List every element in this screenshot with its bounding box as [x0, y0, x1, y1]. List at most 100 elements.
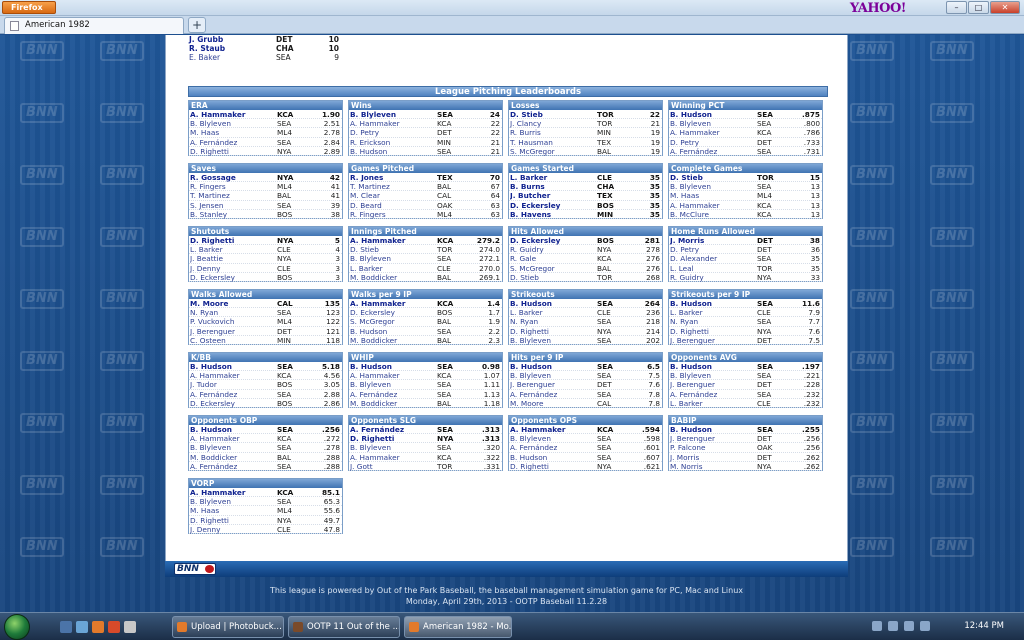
player-name[interactable]: B. Blyleven [670, 371, 756, 380]
player-name[interactable]: R. Staub [189, 44, 225, 53]
player-name[interactable]: R. Fingers [350, 210, 436, 219]
player-name[interactable]: B. Blyleven [350, 254, 436, 263]
player-name[interactable]: B. Blyleven [510, 434, 596, 443]
more-icon[interactable] [124, 621, 136, 633]
player-name[interactable]: M. Haas [190, 128, 276, 137]
player-name[interactable]: D. Righetti [190, 147, 276, 156]
firefox-menu-button[interactable]: Firefox [2, 1, 56, 14]
player-name[interactable]: B. Blyleven [670, 182, 756, 191]
player-name[interactable]: R. Fingers [190, 182, 276, 191]
player-name[interactable]: S. Jensen [190, 201, 276, 210]
player-name[interactable]: M. Norris [670, 462, 756, 471]
player-name[interactable]: S. McGregor [510, 147, 596, 156]
player-name[interactable]: A. Hammaker [190, 371, 276, 380]
player-name[interactable]: A. Hammaker [350, 236, 436, 245]
player-name[interactable]: J. Grubb [189, 35, 223, 44]
player-name[interactable]: J. Denny [190, 264, 276, 273]
player-name[interactable]: B. Stanley [190, 210, 276, 219]
player-name[interactable]: N. Ryan [670, 317, 756, 326]
player-name[interactable]: L. Barker [670, 308, 756, 317]
player-name[interactable]: J. Berenguer [670, 336, 756, 345]
player-name[interactable]: B. Hudson [190, 362, 276, 371]
task-american-1982[interactable]: American 1982 - Mo... [404, 616, 512, 638]
player-name[interactable]: A. Fernández [670, 390, 756, 399]
player-name[interactable]: R. Guidry [510, 245, 596, 254]
player-name[interactable]: R. Gossage [190, 173, 276, 182]
firefox-icon[interactable] [92, 621, 104, 633]
player-name[interactable]: A. Hammaker [350, 299, 436, 308]
player-name[interactable]: J. Butcher [510, 191, 596, 200]
player-name[interactable]: B. Hudson [510, 362, 596, 371]
start-button[interactable] [4, 614, 30, 640]
player-name[interactable]: J. Morris [670, 236, 756, 245]
player-name[interactable]: J. Berenguer [670, 380, 756, 389]
player-name[interactable]: A. Fernández [190, 138, 276, 147]
player-name[interactable]: N. Ryan [510, 317, 596, 326]
close-window-button[interactable]: ✕ [990, 1, 1020, 14]
player-name[interactable]: R. Gale [510, 254, 596, 263]
minimize-button[interactable]: – [946, 1, 967, 14]
player-name[interactable]: R. Erickson [350, 138, 436, 147]
player-name[interactable]: B. Hudson [510, 453, 596, 462]
tab-american-1982[interactable]: American 1982 [4, 17, 184, 34]
player-name[interactable]: J. Berenguer [670, 434, 756, 443]
player-name[interactable]: T. Martinez [190, 191, 276, 200]
player-name[interactable]: B. Blyleven [190, 443, 276, 452]
show-desktop-icon[interactable] [60, 621, 72, 633]
player-name[interactable]: D. Beard [350, 201, 436, 210]
player-name[interactable]: D. Petry [670, 245, 756, 254]
player-name[interactable]: J. Denny [190, 525, 276, 534]
player-name[interactable]: M. Haas [190, 506, 276, 515]
player-name[interactable]: L. Barker [510, 173, 596, 182]
player-name[interactable]: T. Martinez [350, 182, 436, 191]
player-name[interactable]: B. Blyleven [190, 119, 276, 128]
player-name[interactable]: M. Boddicker [350, 273, 436, 282]
player-name[interactable]: J. Beattie [190, 254, 276, 263]
player-name[interactable]: L. Barker [510, 308, 596, 317]
player-name[interactable]: A. Hammaker [350, 453, 436, 462]
new-tab-button[interactable]: + [188, 17, 206, 33]
media-player-icon[interactable] [108, 621, 120, 633]
player-name[interactable]: B. Blyleven [190, 497, 276, 506]
player-name[interactable]: D. Stieb [510, 273, 596, 282]
player-name[interactable]: B. Hudson [670, 425, 756, 434]
task-photobucket[interactable]: Upload | Photobuck... [172, 616, 284, 638]
maximize-button[interactable]: □ [968, 1, 989, 14]
player-name[interactable]: R. Jones [350, 173, 436, 182]
player-name[interactable]: A. Hammaker [350, 371, 436, 380]
player-name[interactable]: B. Hudson [670, 299, 756, 308]
player-name[interactable]: B. Hudson [670, 362, 756, 371]
player-name[interactable]: A. Hammaker [350, 119, 436, 128]
player-name[interactable]: D. Righetti [190, 236, 276, 245]
player-name[interactable]: L. Barker [350, 264, 436, 273]
player-name[interactable]: M. Boddicker [350, 399, 436, 408]
player-name[interactable]: A. Fernández [350, 425, 436, 434]
player-name[interactable]: D. Righetti [510, 327, 596, 336]
player-name[interactable]: M. Boddicker [190, 453, 276, 462]
player-name[interactable]: B. Blyleven [510, 336, 596, 345]
player-name[interactable]: A. Fernández [510, 443, 596, 452]
player-name[interactable]: A. Hammaker [510, 425, 596, 434]
player-name[interactable]: C. Osteen [190, 336, 276, 345]
player-name[interactable]: B. Hudson [510, 299, 596, 308]
task-ootp[interactable]: OOTP 11 Out of the ... [288, 616, 400, 638]
player-name[interactable]: B. Hudson [350, 362, 436, 371]
player-name[interactable]: J. Tudor [190, 380, 276, 389]
sync-icon[interactable] [920, 621, 930, 631]
player-name[interactable]: D. Stieb [510, 110, 596, 119]
player-name[interactable]: D. Righetti [190, 516, 276, 525]
player-name[interactable]: A. Fernández [190, 390, 276, 399]
player-name[interactable]: B. Hudson [350, 147, 436, 156]
player-name[interactable]: S. McGregor [510, 264, 596, 273]
player-name[interactable]: M. Moore [190, 299, 276, 308]
player-name[interactable]: L. Leal [670, 264, 756, 273]
player-name[interactable]: D. Righetti [670, 327, 756, 336]
player-name[interactable]: B. Hudson [350, 327, 436, 336]
player-name[interactable]: P. Vuckovich [190, 317, 276, 326]
player-name[interactable]: B. Blyleven [350, 443, 436, 452]
player-name[interactable]: S. McGregor [350, 317, 436, 326]
player-name[interactable]: E. Baker [189, 53, 220, 62]
flag-icon[interactable] [904, 621, 914, 631]
player-name[interactable]: D. Eckersley [510, 201, 596, 210]
player-name[interactable]: B. McClure [670, 210, 756, 219]
